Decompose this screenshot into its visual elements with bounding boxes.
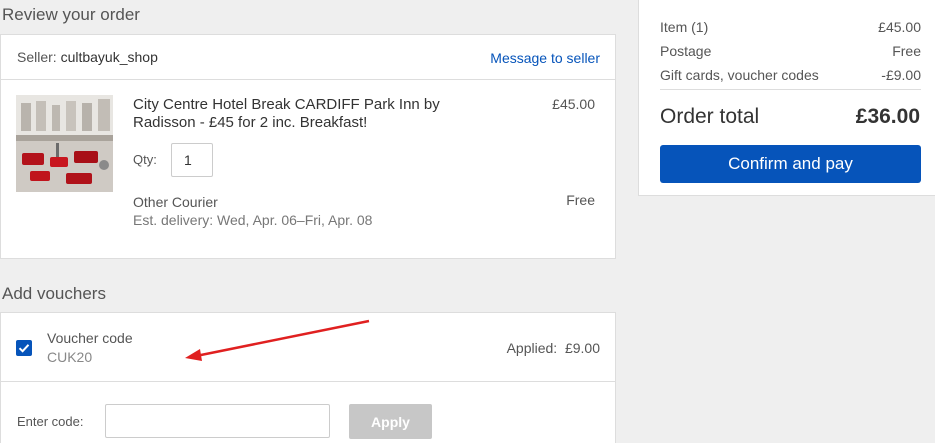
review-card: Seller: cultbayuk_shop Message to seller… bbox=[0, 34, 616, 259]
voucher-applied-amount: Applied: £9.00 bbox=[506, 340, 600, 356]
quantity-input[interactable] bbox=[171, 143, 213, 177]
message-seller-link[interactable]: Message to seller bbox=[490, 50, 600, 66]
order-summary-card: Item (1) £45.00 Postage Free Gift cards,… bbox=[638, 0, 935, 196]
summary-value: Free bbox=[892, 43, 921, 59]
qty-label: Qty: bbox=[133, 152, 157, 167]
voucher-label: Voucher code bbox=[47, 330, 133, 346]
courier-name: Other Courier bbox=[133, 194, 218, 210]
seller-name[interactable]: cultbayuk_shop bbox=[61, 49, 158, 65]
seller-label: Seller: bbox=[17, 49, 57, 65]
summary-row-item: Item (1) £45.00 bbox=[660, 19, 921, 35]
confirm-and-pay-button[interactable]: Confirm and pay bbox=[660, 145, 921, 183]
order-total-label: Order total bbox=[660, 105, 760, 128]
item-price: £45.00 bbox=[552, 96, 595, 112]
summary-value: -£9.00 bbox=[881, 67, 921, 83]
review-heading: Review your order bbox=[2, 5, 140, 24]
summary-label: Gift cards, voucher codes bbox=[660, 67, 819, 83]
seller-row: Seller: cultbayuk_shop Message to seller bbox=[1, 35, 615, 80]
shipping-cost: Free bbox=[566, 192, 595, 208]
apply-button[interactable]: Apply bbox=[349, 404, 432, 439]
summary-value: £45.00 bbox=[878, 19, 921, 35]
voucher-code-input[interactable] bbox=[105, 404, 330, 438]
order-total-value: £36.00 bbox=[855, 105, 920, 128]
delivery-estimate: Est. delivery: Wed, Apr. 06–Fri, Apr. 08 bbox=[133, 212, 373, 228]
summary-divider bbox=[660, 89, 921, 90]
annotation-arrow-icon bbox=[185, 319, 370, 361]
summary-label: Item (1) bbox=[660, 19, 709, 35]
summary-label: Postage bbox=[660, 43, 712, 59]
voucher-code: CUK20 bbox=[47, 349, 93, 365]
vouchers-heading: Add vouchers bbox=[2, 284, 106, 303]
summary-row-postage: Postage Free bbox=[660, 43, 921, 59]
seller-info: Seller: cultbayuk_shop bbox=[17, 49, 158, 65]
enter-code-label: Enter code: bbox=[17, 414, 84, 429]
voucher-checkbox[interactable] bbox=[16, 340, 32, 356]
checkmark-icon bbox=[18, 344, 30, 353]
summary-row-vouchers: Gift cards, voucher codes -£9.00 bbox=[660, 67, 921, 83]
item-title[interactable]: City Centre Hotel Break CARDIFF Park Inn… bbox=[133, 96, 493, 132]
item-image[interactable] bbox=[16, 95, 113, 192]
